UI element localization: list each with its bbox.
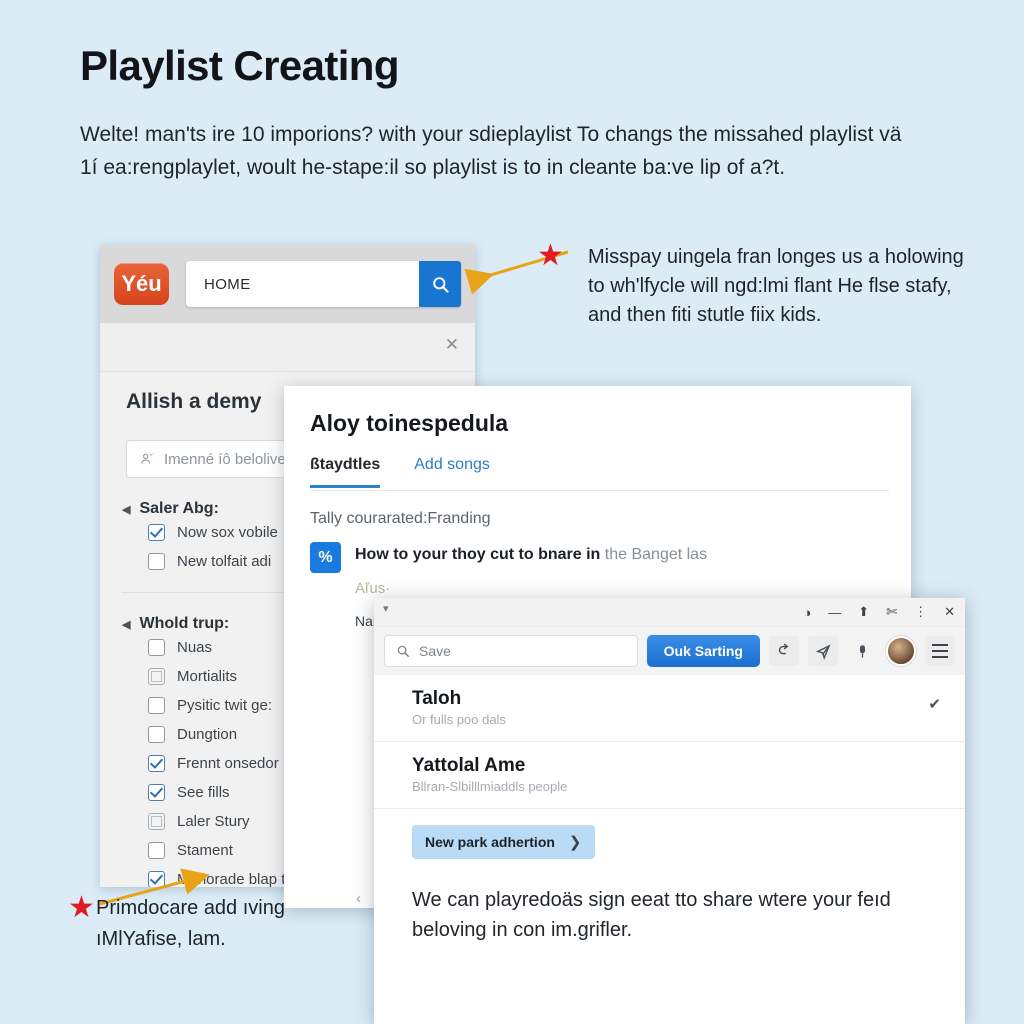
chevron-right-icon: ❯	[568, 834, 582, 851]
search-input-value: HOME	[204, 275, 251, 293]
list-item-label: Nuas	[177, 639, 213, 656]
app-search-placeholder: Save	[419, 643, 451, 659]
list-item-subtitle: Bllran-Slbilllmiaddls people	[412, 779, 568, 794]
checkbox-icon[interactable]	[148, 784, 165, 801]
send-icon[interactable]	[808, 636, 838, 666]
list-item-subtitle: Or fulls poo dals	[412, 712, 506, 727]
checkbox-icon[interactable]	[148, 553, 165, 570]
playlist-section-label: Tally courarated:Franding	[310, 510, 491, 527]
list-item-label: New tolfait adi	[177, 553, 272, 570]
app-window: ▾ ◑ — ⬆ ✄ ⋮ ✕ Save Ouk Sarting Taloh Or …	[374, 598, 965, 1024]
chevron-down-icon[interactable]: ▾	[383, 602, 389, 615]
close-icon[interactable]: ✕	[944, 604, 955, 620]
checkbox-icon[interactable]	[148, 755, 165, 772]
window-titlebar: ▾ ◑ — ⬆ ✄ ⋮ ✕	[374, 598, 965, 627]
search-window-toolbar: Yéu HOME	[100, 245, 475, 323]
app-logo[interactable]: Yéu	[114, 263, 169, 305]
playlist-row-bold: How to your thoy cut to bnare in	[355, 546, 601, 563]
search-icon	[432, 276, 449, 293]
list-item-title: Taloh	[412, 688, 462, 709]
playlist-row-sub: Aľus·	[355, 580, 391, 597]
list-item[interactable]: Yattolal Ame Bllran-Slbilllmiaddls peopl…	[374, 742, 965, 809]
list-item-label: Dungtion	[177, 726, 238, 743]
scissors-icon[interactable]: ✄	[886, 604, 897, 620]
app-toolbar: Save Ouk Sarting	[374, 627, 965, 675]
list-item-label: Now sox vobile	[177, 524, 278, 541]
check-icon: ✔	[928, 696, 941, 713]
search-submit-button[interactable]	[419, 261, 461, 307]
list-item[interactable]: Taloh Or fulls poo dals ✔	[374, 675, 965, 742]
playlist-row[interactable]: % How to your thoy cut to bnare in the B…	[310, 542, 707, 573]
chip-container: New park adhertion ❯	[374, 809, 965, 871]
divider	[310, 490, 889, 491]
shield-icon[interactable]: ◑	[803, 605, 811, 620]
close-icon[interactable]: ✕	[445, 335, 459, 355]
chip-label: New park adhertion	[425, 834, 555, 850]
checkbox-icon[interactable]	[148, 668, 165, 685]
filter-group-label: Whold trup:	[139, 615, 230, 632]
minimize-icon[interactable]: —	[828, 605, 841, 620]
tab-playdetails[interactable]: ßtaydtles	[310, 456, 381, 488]
search-input[interactable]: HOME	[186, 261, 461, 307]
kebab-menu-icon[interactable]: ⋮	[914, 604, 927, 620]
filter-group-label: Saler Abg:	[139, 500, 219, 517]
chevron-left-icon: ◀	[122, 618, 131, 631]
playlist-row-rest: the Banget las	[604, 546, 708, 563]
list-item-label: Pysitic twit ge:	[177, 697, 273, 714]
app-paragraph: We can playredoäs sign eeat tto share wt…	[412, 889, 891, 941]
annotation-arrow-top	[464, 250, 569, 295]
star-icon: ★	[68, 891, 95, 924]
list-item-title: Yattolal Ame	[412, 755, 526, 776]
list-item-label: See fills	[177, 784, 230, 801]
checkbox-icon[interactable]	[148, 697, 165, 714]
window-controls: ◑ — ⬆ ✄ ⋮ ✕	[803, 598, 955, 626]
checkbox-icon[interactable]	[148, 639, 165, 656]
hamburger-menu-icon[interactable]	[925, 636, 955, 666]
annotation-text-bottom: Primdocare add ıving ıMlYafise, lam.	[96, 897, 285, 950]
chevron-left-icon: ◀	[122, 503, 131, 516]
ouk-sarting-button[interactable]: Ouk Sarting	[646, 635, 760, 667]
list-item-label: Laler Stury	[177, 813, 250, 830]
annotation-text-top: Misspay uingela fran longes us a holowin…	[588, 246, 964, 326]
checkbox-icon[interactable]	[148, 813, 165, 830]
playlist-title: Aloy toinespedula	[310, 410, 509, 436]
percent-badge-icon: %	[310, 542, 341, 573]
contact-icon	[139, 451, 155, 467]
chevron-left-icon[interactable]: ‹	[356, 890, 361, 907]
list-item-label: Frennt onsedor	[177, 755, 279, 772]
list-item-label: Stament	[177, 842, 233, 859]
app-list: Taloh Or fulls poo dals ✔ Yattolal Ame B…	[374, 675, 965, 809]
app-search-input[interactable]: Save	[384, 635, 638, 667]
search-window-subbar: ✕	[100, 323, 475, 372]
playlist-row-text: How to your thoy cut to bnare in the Ban…	[355, 542, 707, 564]
checkbox-icon[interactable]	[148, 524, 165, 541]
star-icon: ★	[537, 239, 564, 272]
search-icon	[397, 645, 409, 657]
list-item-label: Mortialits	[177, 668, 238, 685]
avatar[interactable]	[886, 636, 916, 666]
checkbox-icon[interactable]	[148, 842, 165, 859]
panel-filter-placeholder: Imenné íô belolive	[164, 450, 286, 468]
pin-icon[interactable]	[847, 636, 877, 666]
page-title: Playlist Creating	[80, 42, 400, 89]
playlist-tabs: ßtaydtles Add songs	[310, 456, 490, 488]
upload-icon[interactable]: ⬆	[858, 604, 869, 620]
tab-add-songs[interactable]: Add songs	[414, 456, 490, 488]
page-paragraph: Welte! man'ts ire 10 imporions? with you…	[80, 123, 902, 179]
page-root: Playlist Creating Welte! man'ts ire 10 i…	[0, 0, 1024, 1024]
checkbox-icon[interactable]	[148, 726, 165, 743]
share-icon[interactable]	[769, 636, 799, 666]
new-park-adhertion-chip[interactable]: New park adhertion ❯	[412, 825, 595, 859]
